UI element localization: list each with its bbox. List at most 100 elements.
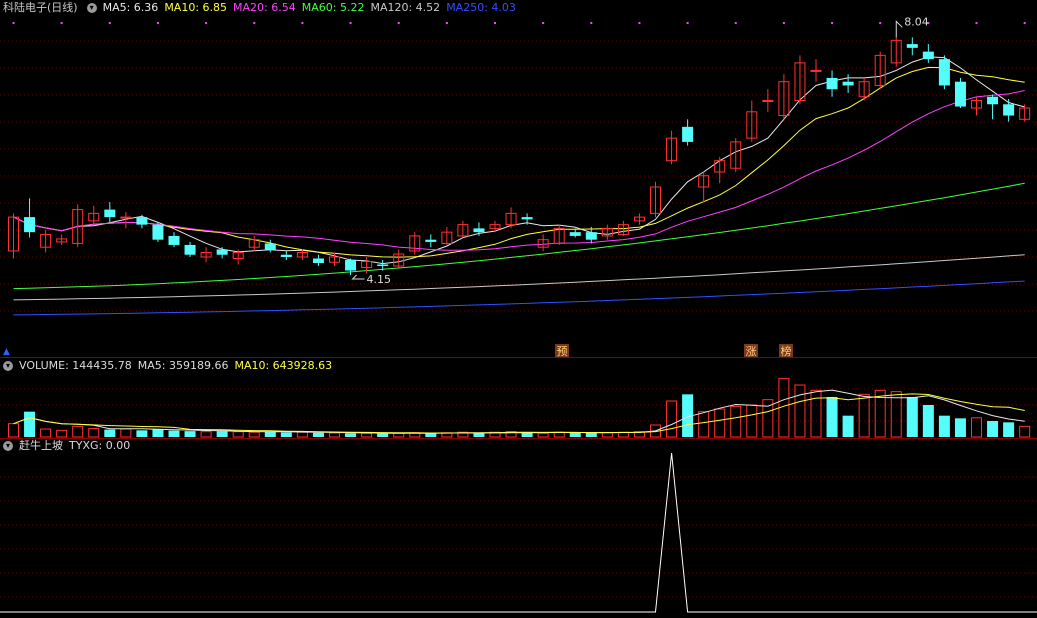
volume-bar (280, 432, 292, 437)
candle-body (826, 77, 838, 90)
tyxg-line (0, 452, 1037, 613)
low-price-label: 4.15 (367, 273, 392, 286)
ma250-line (13, 280, 1025, 316)
volume-bar (264, 431, 276, 437)
signal-dot (734, 22, 737, 24)
ma5-label: MA5: 6.36 (102, 1, 159, 14)
signal-dot (349, 22, 352, 24)
candle-body (425, 239, 437, 242)
ma60-line (13, 182, 1025, 290)
volume-bar (714, 408, 726, 438)
ma120-line (13, 254, 1025, 301)
volume-bar (393, 432, 405, 438)
volume-bar (858, 393, 870, 438)
signal-dot (253, 22, 256, 24)
event-badge-label: 榜 (781, 344, 792, 358)
volume-bar (200, 431, 212, 438)
candle-body (954, 81, 966, 107)
candle-body (810, 69, 822, 72)
volume-bar (88, 427, 100, 438)
candle-body (842, 81, 854, 86)
volume-bar (938, 415, 950, 437)
volume-bar (345, 433, 357, 437)
volume-bar (569, 432, 581, 437)
candle-body (762, 100, 774, 103)
volume-bar (425, 433, 437, 437)
volume-bar (312, 432, 324, 437)
volume-bar (56, 429, 68, 438)
ma120-label: MA120: 4.52 (370, 1, 441, 14)
signal-dot (1023, 22, 1026, 24)
volume-bar (698, 411, 710, 438)
volume-bar (666, 400, 678, 438)
volume-bar (168, 430, 180, 437)
signal-dot (542, 22, 545, 24)
signal-dot (638, 22, 641, 24)
candle-body (922, 51, 934, 60)
volume-bar (248, 431, 260, 438)
signal-dot (831, 22, 834, 24)
volume-bar (537, 432, 549, 438)
volume-bar (216, 431, 228, 437)
signal-dot (782, 22, 785, 24)
signal-dot (205, 22, 208, 24)
candle-body (312, 258, 324, 264)
volume-bar (794, 384, 806, 438)
candle-body (473, 228, 485, 233)
candle-body (152, 224, 164, 240)
signal-dot (156, 22, 159, 24)
chevron-down-icon[interactable]: ▾ (3, 361, 13, 371)
signal-dot (397, 22, 400, 24)
signal-dot (686, 22, 689, 24)
volume-ma10-line (13, 393, 1025, 434)
candle-body (569, 232, 581, 236)
high-price-label: 8.04 (904, 15, 929, 28)
candle-body (987, 96, 999, 105)
volume-bar (890, 391, 902, 438)
candle-body (682, 126, 694, 142)
candle-body (24, 217, 36, 233)
volume-legend: ▾ VOLUME: 144435.78 MA5: 359189.66 MA10:… (0, 359, 338, 373)
volume-bar (1003, 422, 1015, 437)
volume-bar (954, 418, 966, 437)
volume-bar (24, 411, 36, 437)
ma250-label: MA250: 4.03 (446, 1, 516, 14)
signal-dot (301, 22, 304, 24)
event-badge-label: 预 (557, 345, 568, 358)
chevron-down-icon[interactable]: ▾ (3, 441, 13, 451)
candle-body (136, 217, 148, 225)
candle-body (377, 264, 389, 267)
candle-body (264, 243, 276, 250)
volume-bar (377, 433, 389, 437)
candle-body (184, 244, 196, 255)
chevron-down-icon[interactable]: ▾ (86, 3, 97, 13)
volume-bar (296, 431, 308, 438)
signal-dot (975, 22, 978, 24)
stock-title: 科陆电子(日线) (3, 1, 78, 14)
candle-body (168, 235, 180, 245)
low-marker (351, 274, 365, 280)
volume-bar (987, 421, 999, 437)
candle-body (1003, 104, 1015, 116)
volume-bar (810, 389, 822, 438)
candle-body (585, 232, 597, 240)
volume-bar (906, 397, 918, 437)
volume-bar (184, 431, 196, 437)
indicator-title: 赶牛上坡 (19, 439, 63, 452)
candle-body (280, 254, 292, 257)
candle-body (345, 259, 357, 271)
signal-dot (108, 22, 111, 24)
candle-body (104, 209, 116, 218)
high-marker (895, 20, 903, 38)
volume-bar (40, 428, 52, 438)
ma20-line (13, 90, 1025, 251)
volume-bar (232, 431, 244, 438)
ma5-line (13, 56, 1025, 265)
volume-ma5-label: MA5: 359189.66 (137, 359, 229, 372)
scroll-left-icon: ▲ (3, 347, 10, 357)
candle-body (938, 59, 950, 86)
signal-dot (60, 22, 63, 24)
volume-bar (120, 428, 132, 438)
volume-bar (842, 415, 854, 437)
candle-body (521, 217, 533, 220)
